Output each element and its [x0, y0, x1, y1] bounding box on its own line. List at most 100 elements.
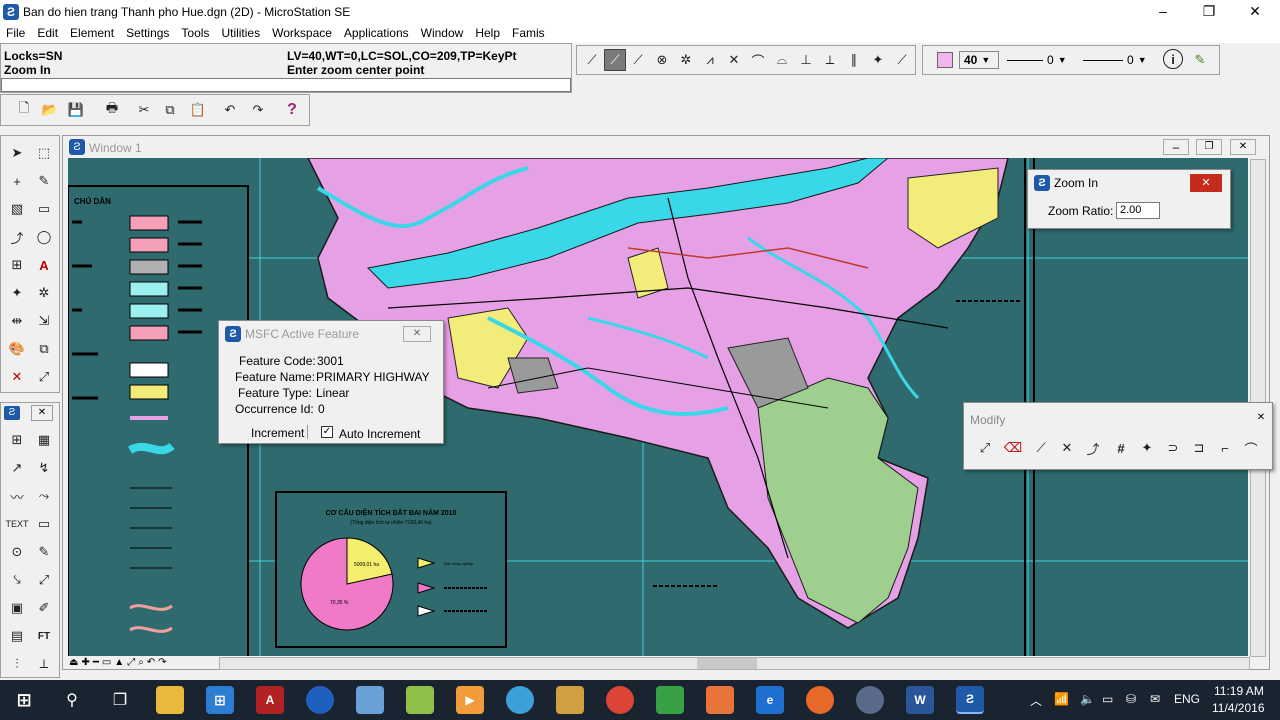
network-icon[interactable]: ⛁ [1126, 692, 1136, 706]
delete-element-icon[interactable]: ✕ [6, 366, 28, 388]
auto-increment-checkbox[interactable]: ✓ [321, 426, 333, 438]
snap-nearest-icon[interactable]: ⟋ [581, 49, 603, 71]
spline-icon[interactable]: ↯ [33, 457, 55, 479]
extend-icon[interactable]: ⤢ [33, 569, 55, 591]
store-icon[interactable]: ⊞ [206, 686, 234, 714]
feature-table-icon[interactable]: FT [33, 625, 55, 647]
redo-icon[interactable]: ↷ [247, 99, 269, 121]
battery-icon[interactable]: ▭ [1102, 692, 1113, 706]
snap-center-icon[interactable]: ⊗ [651, 49, 673, 71]
menu-settings[interactable]: Settings [120, 23, 175, 43]
line-tool-icon[interactable]: ↗ [6, 457, 28, 479]
copy-element-icon[interactable]: ⧉ [33, 338, 55, 360]
snap-perpendicular-icon[interactable]: ⊥ [795, 49, 817, 71]
word-icon[interactable]: W [906, 686, 934, 714]
restore-button[interactable]: ❐ [1186, 0, 1232, 23]
view-minimize-button[interactable]: – [1163, 139, 1189, 155]
info-icon[interactable]: i [1163, 49, 1183, 69]
snap-parallel-icon[interactable]: ∥ [843, 49, 865, 71]
partial-delete-icon[interactable]: ⌫ [1002, 437, 1024, 459]
copy-icon[interactable]: ⧉ [159, 99, 181, 121]
folder-app-icon[interactable] [406, 686, 434, 714]
snap-point-on-icon[interactable]: ⟋ [891, 49, 913, 71]
view-restore-button[interactable]: ❐ [1196, 139, 1222, 155]
microstation-taskbar-icon[interactable]: Ƨ [956, 686, 984, 714]
cell-icon[interactable]: ⊞ [6, 254, 28, 276]
key-in-field[interactable] [1, 78, 571, 92]
snap-keypoint-icon[interactable]: ⟋ [604, 49, 626, 71]
clock-time[interactable]: 11:19 AM [1214, 684, 1264, 698]
circle-icon[interactable]: ◯ [33, 226, 55, 248]
print-icon[interactable]: 🖶 [101, 99, 123, 121]
minimize-button[interactable]: – [1140, 0, 1186, 23]
palette-close-icon[interactable]: ✕ [31, 405, 53, 421]
snap-origin-icon[interactable]: ✲ [675, 49, 697, 71]
line-style-dropdown[interactable]: 0 ▼ [1007, 51, 1075, 69]
zoom-dialog-close-button[interactable]: ✕ [1190, 174, 1222, 192]
menu-edit[interactable]: Edit [31, 23, 64, 43]
dimension-icon[interactable]: ✲ [33, 282, 55, 304]
edit-icon[interactable]: ✐ [33, 597, 55, 619]
undo-icon[interactable]: ↶ [219, 99, 241, 121]
paint-icon[interactable] [356, 686, 384, 714]
new-file-icon[interactable]: 🗋 [13, 99, 35, 121]
text-place-icon[interactable]: TEXT [6, 513, 29, 535]
feature-dialog-close-button[interactable]: ✕ [403, 326, 431, 342]
active-color-swatch[interactable] [937, 52, 953, 68]
horizontal-scrollbar[interactable] [219, 657, 1250, 670]
snap-tangent-point-icon[interactable]: ⌓ [771, 49, 793, 71]
snap-intersection-icon[interactable]: ✕ [723, 49, 745, 71]
box-icon[interactable]: ▭ [33, 513, 55, 535]
table-icon[interactable]: ▤ [6, 625, 28, 647]
edge-icon[interactable]: e [756, 686, 784, 714]
move-icon[interactable]: ⤢ [33, 366, 55, 388]
wifi-icon[interactable]: 📶 [1054, 692, 1069, 706]
menu-help[interactable]: Help [469, 23, 506, 43]
modify-close-icon[interactable]: ✕ [1254, 411, 1268, 425]
layer-icon[interactable]: ⫶ [6, 653, 28, 675]
volume-icon[interactable]: 🔈 [1080, 692, 1095, 706]
tray-chevron-icon[interactable]: ︿ [1030, 692, 1042, 709]
digitize-icon[interactable]: ⊞ [6, 429, 28, 451]
extend-line-icon[interactable]: ⟋ [1030, 437, 1052, 459]
select-element-icon[interactable]: ➤ [6, 142, 28, 164]
palette-icon[interactable]: 🎨 [6, 338, 28, 360]
snap-bisector-icon[interactable]: ⩘ [699, 49, 721, 71]
measure-icon[interactable]: ⇹ [6, 310, 28, 332]
fence-select-icon[interactable]: ▣ [6, 597, 28, 619]
menu-element[interactable]: Element [64, 23, 120, 43]
modify-element-icon[interactable]: ⤢ [974, 437, 996, 459]
file-explorer-icon[interactable] [156, 686, 184, 714]
view-controls[interactable]: ⏏✚━▭▲⤢⌕↶↷ [69, 657, 219, 671]
construct-circular-fillet-icon[interactable]: ⊐ [1188, 437, 1210, 459]
menu-tools[interactable]: Tools [175, 23, 215, 43]
snap-midpoint-icon[interactable]: ⟋ [627, 49, 649, 71]
notification-icon[interactable]: ✉ [1150, 692, 1160, 706]
scale-icon[interactable]: ⇲ [33, 310, 55, 332]
draw-icon[interactable]: ✎ [33, 541, 55, 563]
delete-vertex-icon[interactable]: ⊃ [1162, 437, 1184, 459]
chamfer-icon[interactable]: ⌐ [1214, 437, 1236, 459]
horizontal-scroll-thumb[interactable] [697, 658, 757, 669]
view-close-button[interactable]: ✕ [1230, 139, 1256, 155]
media-player-icon[interactable]: ▶ [456, 686, 484, 714]
intersect-icon[interactable]: ✕ [1056, 437, 1078, 459]
menu-famis[interactable]: Famis [506, 23, 551, 43]
ppt-icon[interactable] [706, 686, 734, 714]
fillet-icon[interactable]: ⌒ [1240, 437, 1262, 459]
grid-icon[interactable]: ▦ [33, 429, 55, 451]
tag-icon[interactable]: ✦ [6, 282, 28, 304]
increment-button[interactable]: Increment [251, 426, 304, 440]
curve-icon[interactable]: ⤳ [33, 485, 55, 507]
zoom-ratio-input[interactable]: 2.00 [1116, 202, 1160, 219]
text-icon[interactable]: A [33, 254, 55, 276]
task-view-icon[interactable]: ❐ [106, 686, 134, 714]
trim-icon[interactable]: ⤴ [1082, 437, 1104, 459]
point-symbol-icon[interactable]: ⊙ [6, 541, 28, 563]
clock-date[interactable]: 11/4/2016 [1212, 701, 1265, 715]
rectangle-icon[interactable]: ▭ [33, 198, 55, 220]
autocad-icon[interactable]: A [256, 686, 284, 714]
pen-tool-icon[interactable]: ✎ [1189, 49, 1211, 71]
insert-vertex-icon[interactable]: ✦ [1136, 437, 1158, 459]
connect-icon[interactable]: ⤥ [6, 569, 28, 591]
